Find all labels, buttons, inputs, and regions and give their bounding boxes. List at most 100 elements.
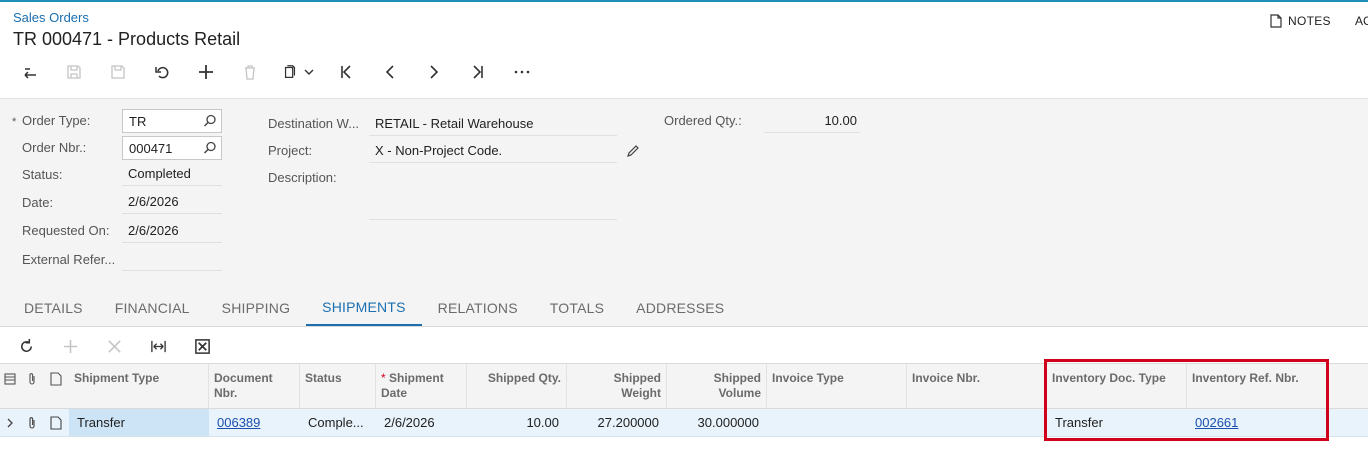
delete-button[interactable] (228, 57, 272, 87)
requested-on-value[interactable]: 2/6/2026 (122, 219, 222, 243)
previous-record-button[interactable] (368, 57, 412, 87)
cell-invoice-type[interactable] (767, 409, 907, 436)
inventory-ref-nbr-link[interactable]: 002661 (1195, 415, 1238, 430)
date-value[interactable]: 2/6/2026 (122, 190, 222, 214)
col-shipment-type[interactable]: Shipment Type (69, 364, 209, 408)
notes-button[interactable]: NOTES (1270, 14, 1331, 28)
cell-shipped-volume[interactable]: 30.000000 (667, 409, 767, 436)
order-nbr-label: Order Nbr.: (22, 140, 87, 155)
cell-shipment-date[interactable]: 2/6/2026 (376, 409, 467, 436)
cell-inventory-doc-type[interactable]: Transfer (1047, 409, 1187, 436)
description-field[interactable] (369, 167, 617, 220)
col-shipped-qty[interactable]: Shipped Qty. (467, 364, 567, 408)
add-button[interactable] (184, 57, 228, 87)
order-type-field[interactable]: TR (122, 109, 222, 133)
grid-header: Shipment Type Document Nbr. Status * Shi… (0, 363, 1368, 409)
refresh-icon (20, 338, 32, 352)
page-title: TR 000471 - Products Retail (13, 29, 241, 49)
tab-details[interactable]: DETAILS (8, 290, 99, 326)
col-shipment-date[interactable]: * Shipment Date (376, 364, 467, 408)
cell-status[interactable]: Comple... (300, 409, 376, 436)
col-invoice-nbr[interactable]: Invoice Nbr. (907, 364, 1047, 408)
description-label: Description: (268, 170, 337, 185)
status-label: Status: (22, 167, 63, 182)
save-button[interactable] (96, 57, 140, 87)
export-excel-button[interactable] (180, 331, 224, 361)
cell-document-nbr[interactable]: 006389 (209, 409, 300, 436)
next-record-icon (430, 65, 439, 79)
breadcrumb[interactable]: Sales Orders (13, 10, 89, 25)
tab-shipping[interactable]: SHIPPING (206, 290, 307, 326)
status-value: Completed (122, 162, 222, 186)
add-row-button[interactable] (48, 331, 92, 361)
previous-record-icon (385, 65, 394, 79)
save-close-button[interactable] (52, 57, 96, 87)
shipments-grid: Shipment Type Document Nbr. Status * Shi… (0, 326, 1368, 472)
col-shipped-weight[interactable]: Shipped Weight (567, 364, 667, 408)
cancel-button[interactable] (140, 57, 184, 87)
copy-paste-button[interactable] (272, 57, 324, 87)
back-button[interactable] (8, 57, 52, 87)
col-document-nbr[interactable]: Document Nbr. (209, 364, 300, 408)
fit-columns-button[interactable] (136, 331, 180, 361)
row-selector-icon[interactable] (4, 372, 16, 386)
first-record-button[interactable] (324, 57, 368, 87)
cell-inventory-ref-nbr[interactable]: 002661 (1187, 409, 1327, 436)
col-shipment-date-label: Shipment Date (381, 371, 444, 400)
destination-value[interactable]: RETAIL - Retail Warehouse (369, 112, 617, 136)
project-value[interactable]: X - Non-Project Code. (369, 139, 617, 163)
attachment-icon[interactable] (26, 416, 38, 430)
main-toolbar (8, 57, 544, 87)
destination-label: Destination W... (268, 116, 360, 131)
refresh-button[interactable] (4, 331, 48, 361)
note-icon (50, 372, 62, 386)
last-record-button[interactable] (456, 57, 500, 87)
screen-header: Sales Orders TR 000471 - Products Retail… (0, 2, 1368, 98)
notes-label: NOTES (1288, 14, 1331, 28)
fit-width-icon (150, 340, 166, 352)
note-icon[interactable] (50, 416, 62, 430)
tab-totals[interactable]: TOTALS (534, 290, 620, 326)
cell-invoice-nbr[interactable] (907, 409, 1047, 436)
back-icon (24, 68, 36, 79)
col-status[interactable]: Status (300, 364, 376, 408)
tab-bar: DETAILS FINANCIAL SHIPPING SHIPMENTS REL… (0, 290, 1368, 326)
col-inventory-doc-type[interactable]: Inventory Doc. Type (1047, 364, 1187, 408)
delete-icon (245, 65, 255, 80)
search-icon[interactable] (203, 114, 217, 128)
col-shipped-volume[interactable]: Shipped Volume (667, 364, 767, 408)
tab-addresses[interactable]: ADDRESSES (620, 290, 740, 326)
cell-shipped-qty[interactable]: 10.00 (467, 409, 567, 436)
undo-icon (155, 66, 169, 79)
external-ref-label: External Refer... (22, 252, 116, 267)
ordered-qty-value: 10.00 (764, 109, 860, 133)
document-nbr-link[interactable]: 006389 (217, 415, 260, 430)
note-icon (1270, 14, 1282, 28)
tab-relations[interactable]: RELATIONS (422, 290, 534, 326)
ordered-qty-label: Ordered Qty.: (664, 113, 742, 128)
col-inventory-ref-nbr[interactable]: Inventory Ref. Nbr. (1187, 364, 1327, 408)
required-marker: * (381, 371, 386, 385)
table-row[interactable]: Transfer 006389 Comple... 2/6/2026 10.00… (0, 409, 1368, 437)
external-ref-field[interactable] (122, 247, 222, 271)
cell-shipment-type[interactable]: Transfer (69, 409, 209, 436)
cell-shipped-weight[interactable]: 27.200000 (567, 409, 667, 436)
search-icon[interactable] (203, 141, 217, 155)
next-record-button[interactable] (412, 57, 456, 87)
save-close-icon (67, 65, 81, 79)
chevron-down-icon (304, 69, 314, 75)
tab-shipments[interactable]: SHIPMENTS (306, 290, 422, 326)
col-invoice-type[interactable]: Invoice Type (767, 364, 907, 408)
delete-row-button[interactable] (92, 331, 136, 361)
edit-pencil-icon[interactable] (626, 144, 640, 158)
chevron-right-icon[interactable] (5, 417, 15, 429)
activities-button[interactable]: AC (1355, 14, 1368, 28)
order-nbr-value: 000471 (129, 140, 173, 156)
add-icon (63, 339, 77, 353)
close-icon (107, 339, 121, 353)
more-actions-button[interactable] (500, 57, 544, 87)
tab-financial[interactable]: FINANCIAL (99, 290, 206, 326)
save-icon (111, 65, 125, 79)
order-type-value: TR (129, 113, 147, 129)
order-nbr-field[interactable]: 000471 (122, 136, 222, 160)
